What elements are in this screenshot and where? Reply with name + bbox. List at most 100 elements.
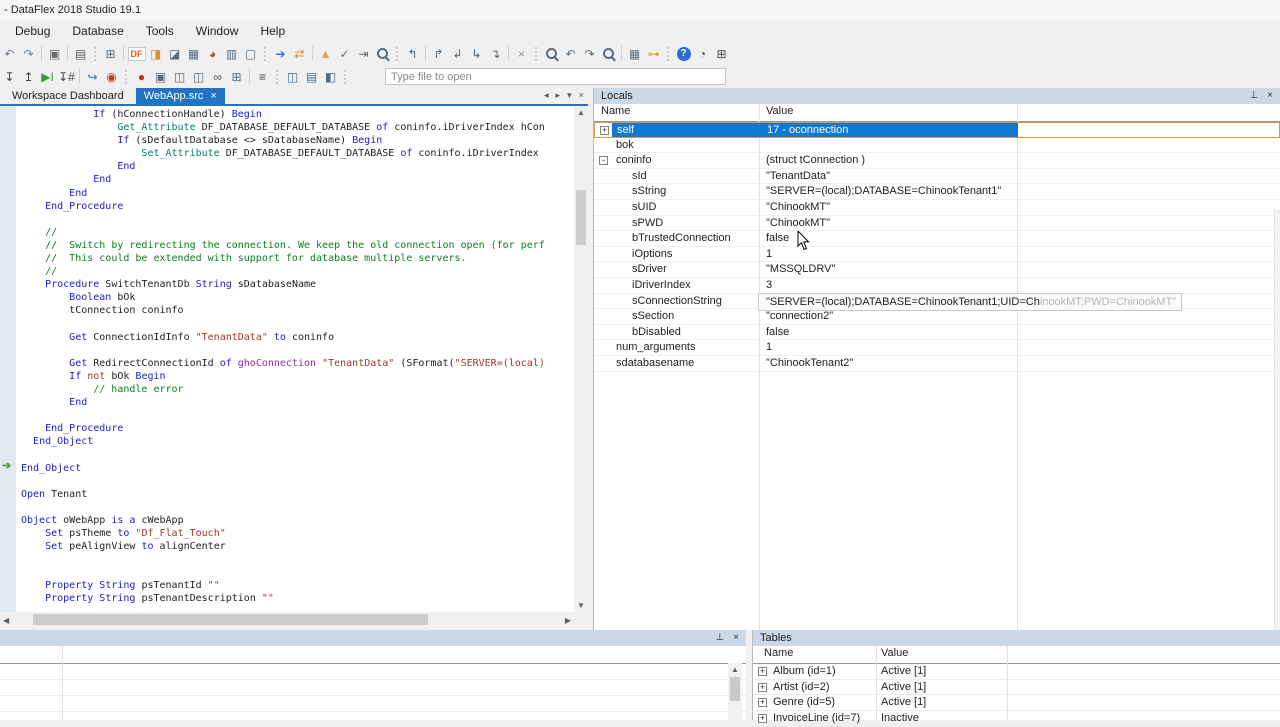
tables-row-album[interactable]: +Album (id=1)Active [1]	[753, 664, 1280, 680]
close-icon[interactable]: ×	[733, 630, 739, 646]
database-explorer-icon[interactable]: ▤	[302, 67, 321, 86]
call-stack-icon[interactable]: ≡	[253, 67, 272, 86]
tab-scroll-left-icon[interactable]: ◂	[544, 90, 549, 101]
redo-icon[interactable]: ↷	[19, 44, 38, 63]
object-explorer-icon[interactable]: ◪	[165, 44, 184, 63]
goto-line-icon[interactable]: ↳	[467, 44, 486, 63]
warnings-icon[interactable]: ▲	[316, 44, 335, 63]
table-grid-icon[interactable]: ⊞	[712, 44, 731, 63]
todo-list-icon[interactable]: ✓	[335, 44, 354, 63]
locals-row-bTrustedConnection[interactable]: bTrustedConnectionfalse	[594, 231, 1280, 247]
continue-debug-icon[interactable]: ↪	[83, 67, 102, 86]
export-icon[interactable]: ⇥	[354, 44, 373, 63]
locals-row-self[interactable]: +self17 - oconnection	[594, 122, 1280, 138]
step-out-icon[interactable]: ↥	[19, 67, 38, 86]
table-viewer-icon[interactable]: ▥	[222, 44, 241, 63]
tables-column-value[interactable]: Value	[881, 647, 908, 659]
tables-row-invoiceline[interactable]: +InvoiceLine (id=7)Inactive	[753, 711, 1280, 727]
locals-row-bDisabled[interactable]: bDisabledfalse	[594, 325, 1280, 341]
scroll-up-icon[interactable]: ▲	[731, 665, 739, 674]
tab-list-dropdown-icon[interactable]: ▾	[567, 90, 572, 101]
key-icon[interactable]: ⊶	[644, 44, 663, 63]
editor-hscroll-thumb[interactable]	[33, 614, 428, 625]
code-explorer-icon[interactable]: ▦	[184, 44, 203, 63]
database-builder-icon[interactable]: ◫	[283, 67, 302, 86]
help-icon[interactable]: ?	[674, 44, 693, 63]
search-forward-icon[interactable]: ↷	[580, 44, 599, 63]
tables-row-genre[interactable]: +Genre (id=5)Active [1]	[753, 695, 1280, 711]
print-icon[interactable]: ▤	[71, 44, 90, 63]
locals-row-sSection[interactable]: sSection"connection2"	[594, 309, 1280, 325]
undo-icon[interactable]: ↶	[0, 44, 19, 63]
locals-scrollbar[interactable]	[1274, 209, 1280, 630]
locals-column-value[interactable]: Value	[766, 105, 793, 117]
scroll-right-icon[interactable]: ▶	[565, 616, 571, 625]
go-to-icon[interactable]: ➔	[271, 44, 290, 63]
menu-item-help[interactable]: Help	[249, 20, 296, 42]
code-editor[interactable]: ➔ If (hConnectionHandle) Begin Get_Attri…	[0, 106, 574, 612]
watches-window-icon[interactable]: ◫	[170, 67, 189, 86]
color-palette-icon[interactable]: ◕	[203, 44, 222, 63]
bottom-left-scroll-thumb[interactable]	[730, 677, 740, 701]
close-icon[interactable]: ×	[1267, 88, 1273, 104]
copy-layout-icon[interactable]: ⊞	[101, 44, 120, 63]
run-to-cursor-icon[interactable]: ▶I	[38, 67, 57, 86]
dataflex-source-icon[interactable]: DF	[127, 44, 146, 63]
switch-file-icon[interactable]: ▢	[241, 44, 260, 63]
scroll-down-icon[interactable]: ▼	[577, 601, 585, 610]
prev-bookmark-icon[interactable]: ↰	[403, 44, 422, 63]
cancel-find-icon[interactable]: ×	[512, 44, 531, 63]
scroll-up-icon[interactable]: ▲	[577, 108, 585, 117]
pin-icon[interactable]: ⊥	[715, 630, 724, 646]
expand-icon[interactable]: +	[758, 714, 767, 723]
locals-row-coninfo[interactable]: -coninfo(struct tConnection )	[594, 153, 1280, 169]
menu-item-database[interactable]: Database	[61, 20, 134, 42]
expand-icon[interactable]: +	[600, 126, 609, 135]
profiler-icon[interactable]: ◔	[693, 44, 712, 63]
toggle-bookmark-icon[interactable]: ↲	[448, 44, 467, 63]
editor-vscroll-thumb[interactable]	[576, 190, 586, 245]
clear-bookmarks-icon[interactable]: ↴	[486, 44, 505, 63]
search-back-icon[interactable]: ↶	[561, 44, 580, 63]
tables-window-icon[interactable]: ⊞	[227, 67, 246, 86]
editor-vertical-scrollbar[interactable]: ▲ ▼	[574, 106, 588, 612]
locals-row-sUID[interactable]: sUID"ChinookMT"	[594, 200, 1280, 216]
sql-connection-icon[interactable]: ◧	[321, 67, 340, 86]
locals-row-iOptions[interactable]: iOptions1	[594, 247, 1280, 263]
menu-item-tools[interactable]: Tools	[135, 20, 185, 42]
locals-window-icon[interactable]: ◫	[189, 67, 208, 86]
next-bookmark-icon[interactable]: ↱	[429, 44, 448, 63]
locals-row-sString[interactable]: sString"SERVER=(local);DATABASE=ChinookT…	[594, 184, 1280, 200]
inspect-glasses-icon[interactable]: ∞	[208, 67, 227, 86]
locals-row-sdatabasename[interactable]: sdatabasename"ChinookTenant2"	[594, 356, 1280, 372]
tables-row-artist[interactable]: +Artist (id=2)Active [1]	[753, 680, 1280, 696]
breakpoints-window-icon[interactable]: ▣	[151, 67, 170, 86]
locals-row-iDriverIndex[interactable]: iDriverIndex3	[594, 278, 1280, 294]
locals-row-num_arguments[interactable]: num_arguments1	[594, 340, 1280, 356]
locals-row-sId[interactable]: sId"TenantData"	[594, 169, 1280, 185]
locals-column-name[interactable]: Name	[601, 105, 630, 117]
open-workspace-icon[interactable]: ◨	[146, 44, 165, 63]
expand-icon[interactable]: +	[758, 698, 767, 707]
menu-item-debug[interactable]: Debug	[4, 20, 61, 42]
locals-row-sConnectionString[interactable]: sConnectionString"SERVER=(local);DATABAS…	[594, 294, 1280, 310]
pin-icon[interactable]: ⊥	[1249, 88, 1258, 104]
stop-debug-icon[interactable]: ◉	[102, 67, 121, 86]
step-over-icon[interactable]: ↧#	[57, 67, 76, 86]
search-in-files-icon[interactable]	[599, 44, 618, 63]
tab-bar-close-icon[interactable]: ×	[579, 90, 584, 101]
record-macro-icon[interactable]: ▣	[45, 44, 64, 63]
menu-item-window[interactable]: Window	[185, 20, 250, 42]
toggle-breakpoint-icon[interactable]: ●	[132, 67, 151, 86]
tab-close-icon[interactable]: ×	[210, 88, 216, 104]
collapse-icon[interactable]: -	[599, 156, 608, 165]
tab-webapp-src[interactable]: WebApp.src ×	[136, 88, 225, 104]
tables-column-name[interactable]: Name	[764, 647, 793, 659]
expand-icon[interactable]: +	[758, 683, 767, 692]
tab-scroll-right-icon[interactable]: ▸	[556, 90, 561, 101]
quick-open-input[interactable]	[385, 68, 726, 85]
search-icon[interactable]	[542, 44, 561, 63]
locals-row-sDriver[interactable]: sDriver"MSSQLDRV"	[594, 262, 1280, 278]
tab-workspace-dashboard[interactable]: Workspace Dashboard	[0, 88, 136, 104]
expand-icon[interactable]: +	[758, 667, 767, 676]
